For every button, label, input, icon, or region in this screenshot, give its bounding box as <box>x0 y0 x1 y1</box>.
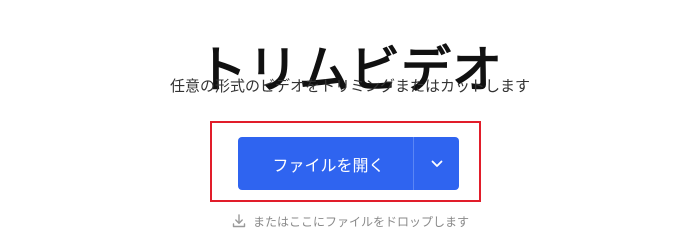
open-file-split-button[interactable]: ファイルを開く <box>238 137 459 190</box>
chevron-down-icon <box>431 160 442 167</box>
drop-zone-hint: またはここにファイルをドロップします <box>0 210 700 232</box>
open-file-button[interactable]: ファイルを開く <box>238 137 413 190</box>
drop-hint-text: またはここにファイルをドロップします <box>252 214 469 229</box>
page-subtitle: 任意の形式のビデオをトリミングまたはカットします <box>169 77 530 95</box>
download-icon <box>232 214 246 228</box>
open-file-dropdown-button[interactable] <box>414 137 459 190</box>
open-file-label: ファイルを開く <box>272 155 385 175</box>
